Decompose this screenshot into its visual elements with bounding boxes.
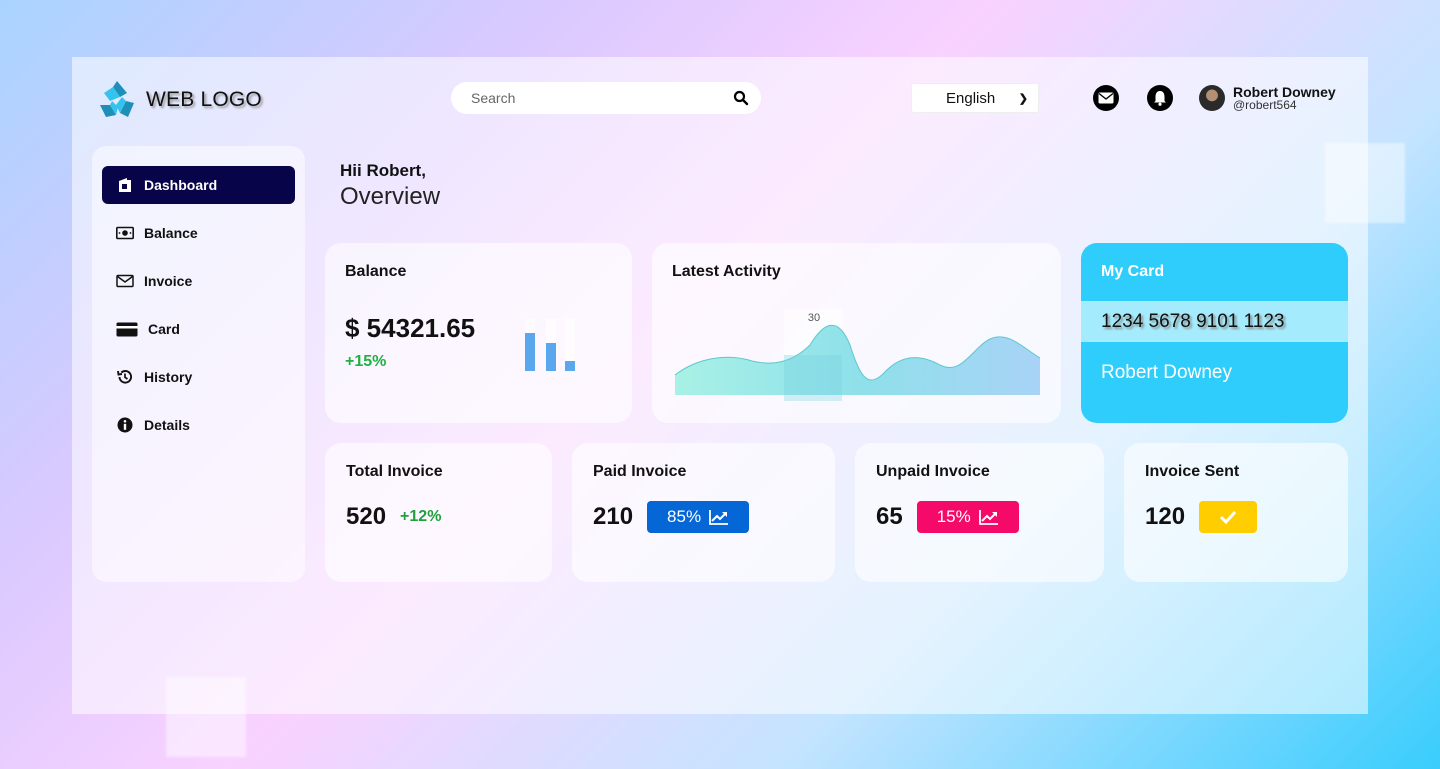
user-name: Robert Downey xyxy=(1233,84,1336,100)
card-title: Paid Invoice xyxy=(593,463,687,480)
sidebar-item-label: Invoice xyxy=(144,273,193,289)
badge-label: 15% xyxy=(936,507,971,526)
unpaid-invoice-card: Unpaid Invoice 65 15% xyxy=(855,443,1104,582)
sidebar: Dashboard Balance Invoice Card History D… xyxy=(92,146,305,582)
chevron-down-icon: ❯ xyxy=(1018,92,1028,105)
card-title: Latest Activity xyxy=(672,263,781,280)
logo[interactable]: WEB LOGO xyxy=(96,79,262,121)
latest-activity-card: Latest Activity 30 xyxy=(652,243,1061,423)
credit-card-icon xyxy=(116,322,138,337)
language-value: English xyxy=(946,89,996,107)
status-badge xyxy=(1199,501,1258,533)
status-badge: 15% xyxy=(916,501,1019,533)
sidebar-item-invoice[interactable]: Invoice xyxy=(102,262,295,300)
paid-invoice-card: Paid Invoice 210 85% xyxy=(572,443,835,582)
mail-button[interactable] xyxy=(1093,85,1119,111)
chart-tooltip: 30 xyxy=(808,312,820,324)
card-title: Invoice Sent xyxy=(1145,463,1240,480)
search-icon[interactable] xyxy=(733,90,749,106)
sidebar-item-label: Balance xyxy=(144,225,198,241)
info-icon xyxy=(117,417,133,433)
card-title: Balance xyxy=(345,263,407,280)
bar-chart-icon xyxy=(525,319,575,371)
balance-card: Balance $ 54321.65 +15% xyxy=(325,243,632,423)
sidebar-item-label: Details xyxy=(144,417,190,433)
card-title: My Card xyxy=(1101,263,1165,280)
greeting: Hii Robert, Overview xyxy=(340,161,440,211)
stat-value: 520 xyxy=(346,503,387,530)
stat-value: 210 xyxy=(593,503,634,530)
trend-up-icon xyxy=(709,510,729,525)
card-holder: Robert Downey xyxy=(1101,362,1232,383)
sidebar-item-dashboard[interactable]: Dashboard xyxy=(102,166,295,204)
money-icon xyxy=(116,226,134,240)
card-number: 1234 5678 9101 1123 xyxy=(1081,301,1348,342)
badge-label: 85% xyxy=(667,507,702,526)
sidebar-item-details[interactable]: Details xyxy=(102,406,295,444)
dashboard-icon xyxy=(119,178,131,192)
stat-change: +12% xyxy=(400,508,442,525)
page-title: Overview xyxy=(340,183,441,210)
logo-text: WEB LOGO xyxy=(146,88,262,111)
sidebar-item-label: Dashboard xyxy=(144,177,218,193)
stat-value: 120 xyxy=(1145,503,1186,530)
balance-change: +15% xyxy=(345,353,387,370)
sidebar-item-history[interactable]: History xyxy=(102,358,295,396)
check-icon xyxy=(1219,510,1237,524)
invoice-sent-card: Invoice Sent 120 xyxy=(1124,443,1348,582)
sidebar-item-label: History xyxy=(144,369,193,385)
envelope-icon xyxy=(1098,92,1114,104)
sidebar-item-balance[interactable]: Balance xyxy=(102,214,295,252)
history-icon xyxy=(117,370,133,384)
activity-area-chart: 30 xyxy=(674,309,1041,401)
my-card[interactable]: My Card 1234 5678 9101 1123 Robert Downe… xyxy=(1081,243,1348,423)
total-invoice-card: Total Invoice 520 +12% xyxy=(325,443,552,582)
envelope-icon xyxy=(116,274,134,288)
dashboard-window: WEB LOGO English ❯ Robert Downey @robert… xyxy=(72,57,1368,714)
search-input[interactable] xyxy=(471,90,733,106)
trend-up-icon xyxy=(978,510,998,525)
stat-value: 65 xyxy=(876,503,903,530)
status-badge: 85% xyxy=(647,501,750,533)
bell-icon xyxy=(1154,91,1166,106)
notification-button[interactable] xyxy=(1147,85,1173,111)
sidebar-item-label: Card xyxy=(148,321,180,337)
card-title: Total Invoice xyxy=(346,463,443,480)
balance-amount: $ 54321.65 xyxy=(345,313,476,343)
user-handle: @robert564 xyxy=(1233,98,1297,112)
recycle-logo-icon xyxy=(100,81,134,117)
user-profile[interactable]: Robert Downey @robert564 xyxy=(1199,85,1336,111)
search-bar xyxy=(451,82,761,114)
card-title: Unpaid Invoice xyxy=(876,463,990,480)
sidebar-item-card[interactable]: Card xyxy=(102,310,295,348)
greeting-hello: Hii Robert, xyxy=(340,161,426,180)
avatar xyxy=(1199,85,1225,111)
language-select[interactable]: English ❯ xyxy=(911,83,1039,113)
